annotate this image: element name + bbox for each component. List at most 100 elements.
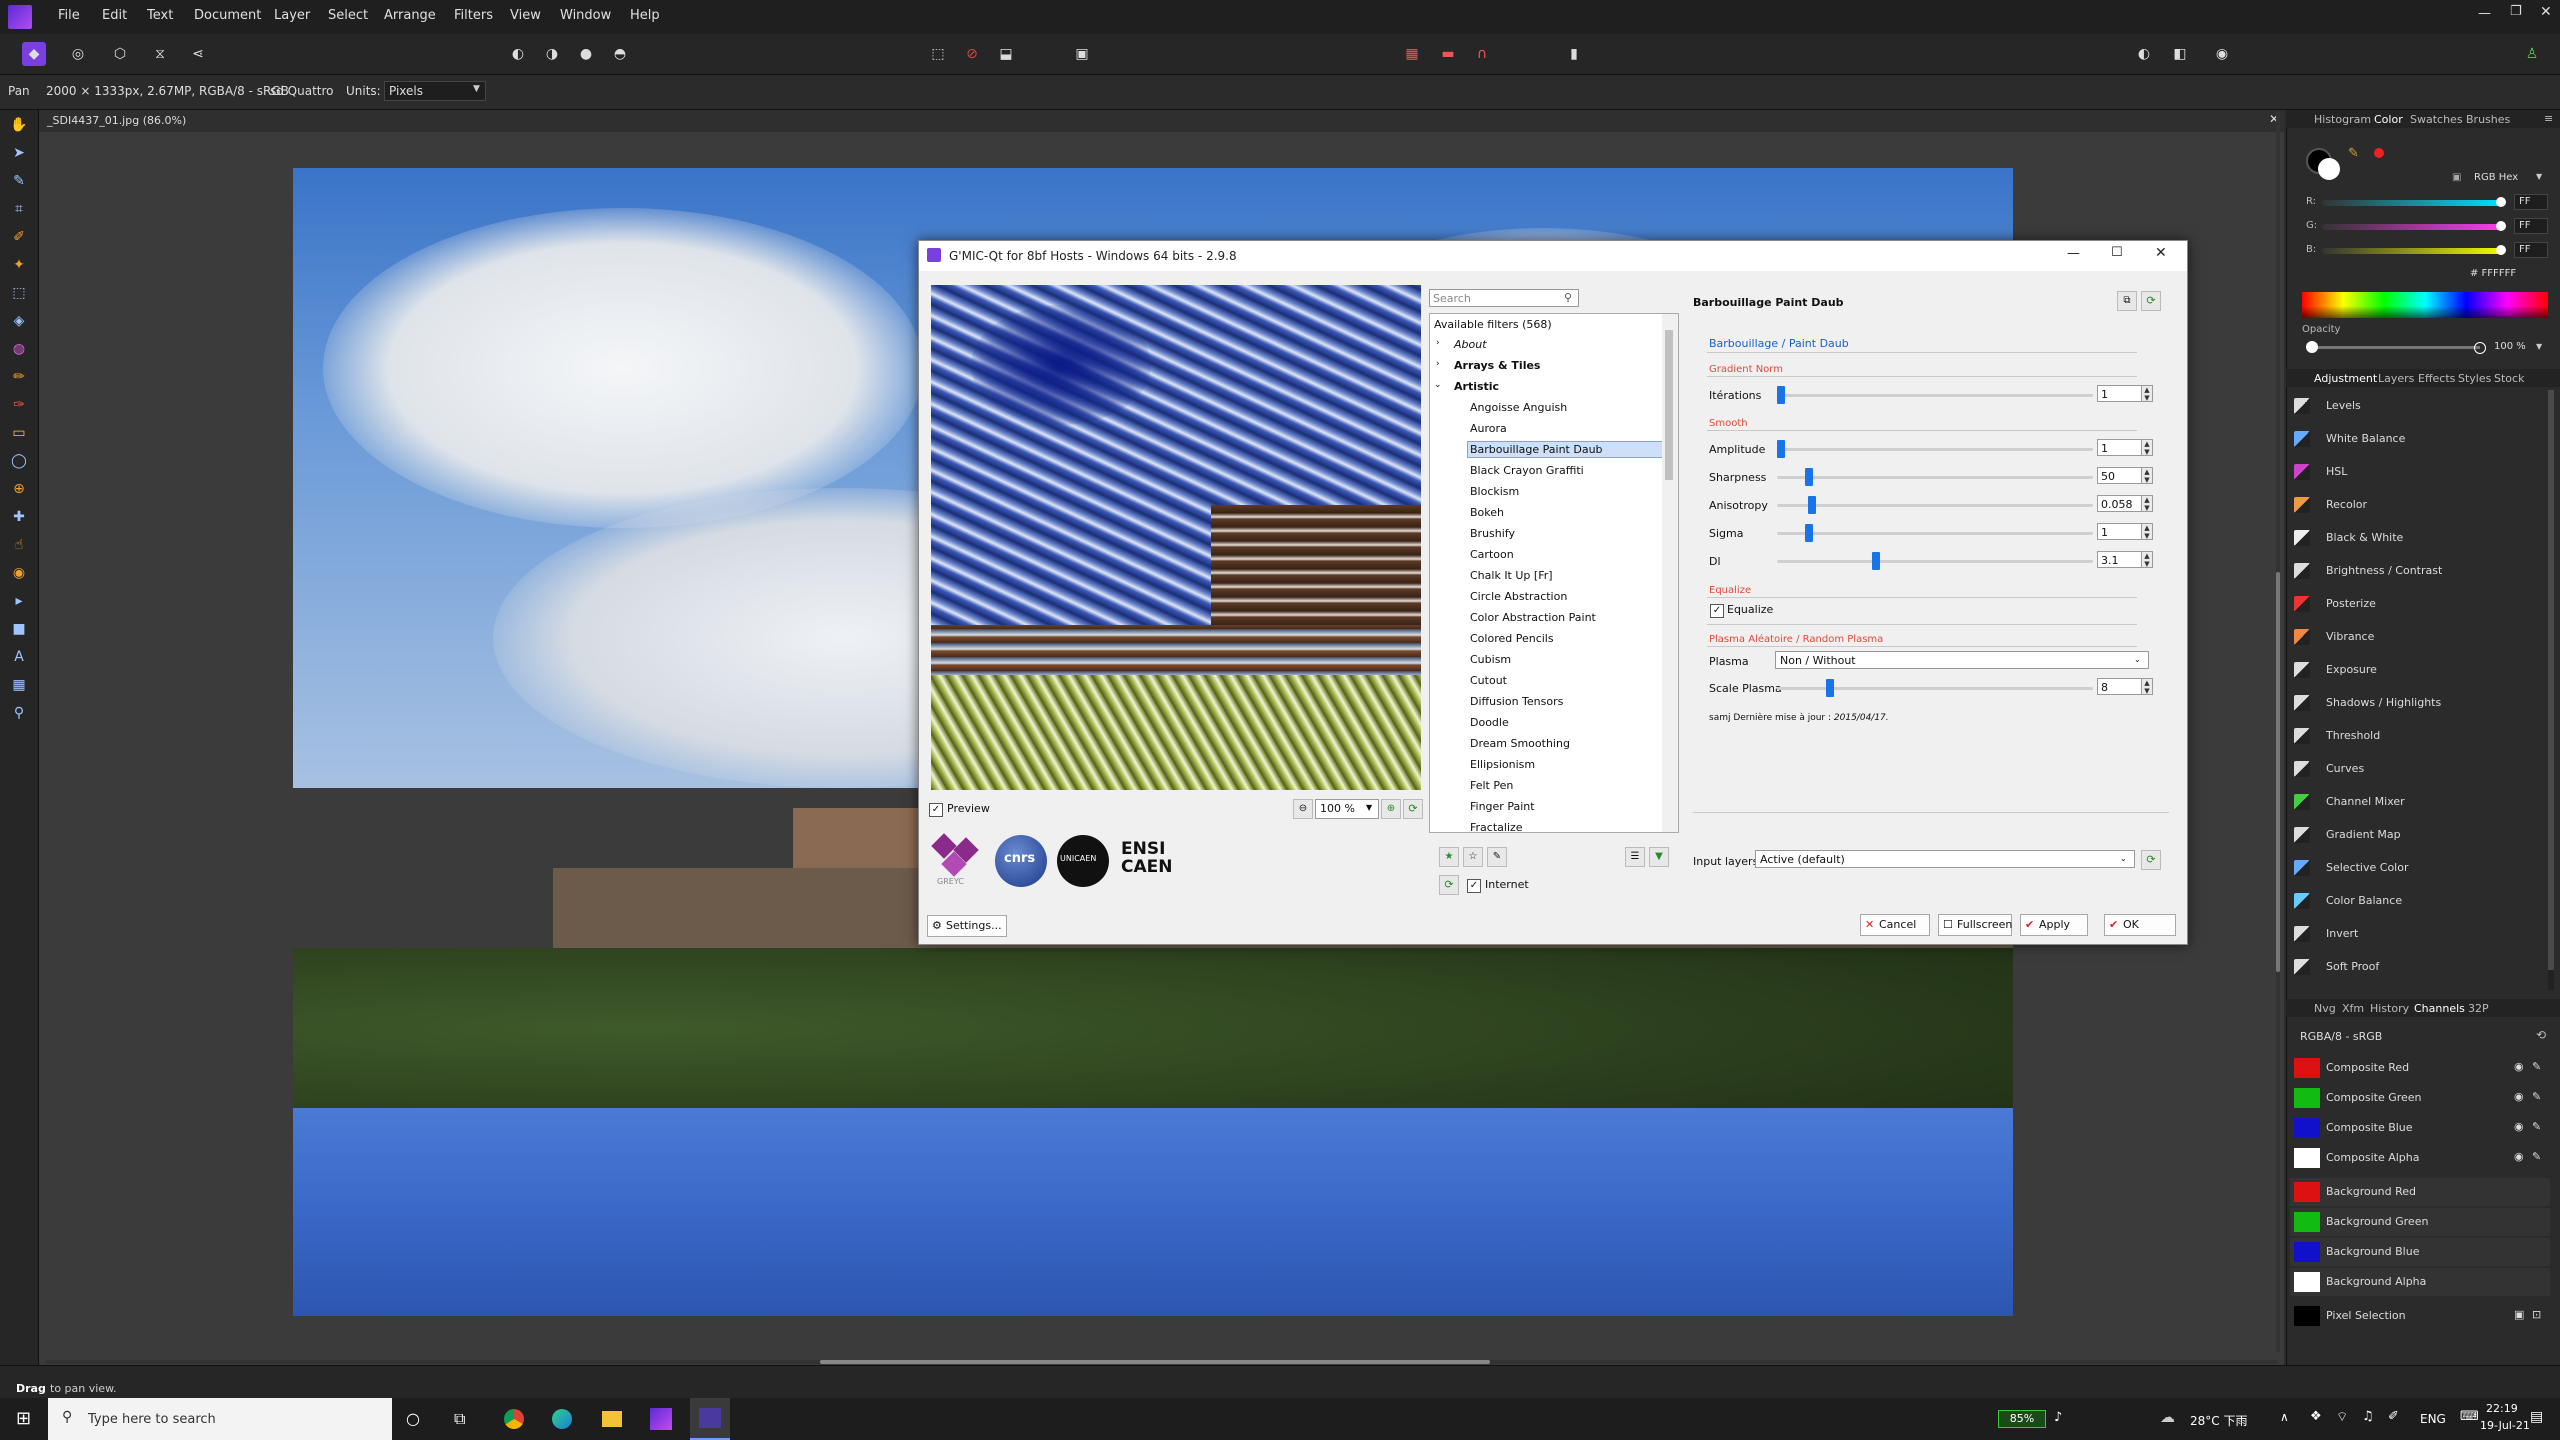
assistant-icon[interactable]: ▮ <box>1562 42 1586 66</box>
gmic-minimize-icon[interactable]: — <box>2067 246 2080 261</box>
affinity-logo-icon[interactable] <box>8 5 32 29</box>
tab-color[interactable]: Color <box>2374 113 2403 126</box>
hex-value[interactable]: # FFFFFF <box>2470 268 2516 279</box>
document-tab[interactable]: _SDI4437_01.jpg (86.0%) ✕ <box>39 110 2284 132</box>
cancel-button[interactable]: ✕ Cancel <box>1860 914 1930 936</box>
param-slider-track[interactable] <box>1777 504 2093 507</box>
task-view-icon[interactable]: ⧉ <box>454 1409 465 1429</box>
channel-row[interactable]: Background Blue <box>2290 1238 2550 1266</box>
language-indicator[interactable]: ENG <box>2420 1412 2446 1426</box>
auto-contrast-icon[interactable]: ◑ <box>540 42 564 66</box>
adjustment-item[interactable]: HSL <box>2290 457 2550 487</box>
clone-tool-icon[interactable]: ⊕ <box>8 478 30 500</box>
weather-icon[interactable]: ☁ <box>2160 1408 2175 1426</box>
color-channel-thumb[interactable] <box>2496 197 2506 207</box>
channel-row[interactable]: Background Green <box>2290 1208 2550 1236</box>
internet-checkbox[interactable]: ✓ <box>1467 879 1481 893</box>
file-explorer-icon[interactable] <box>602 1411 622 1427</box>
zoom-out-icon[interactable]: ⊖ <box>1293 799 1313 819</box>
param-slider-track[interactable] <box>1777 476 2093 479</box>
filter-item[interactable]: Cartoon <box>1470 548 1514 561</box>
filter-item[interactable]: Dream Smoothing <box>1470 737 1570 750</box>
adjustment-scrollbar[interactable] <box>2548 390 2554 990</box>
param-slider-thumb[interactable] <box>1872 552 1880 570</box>
scale-plasma-slider-thumb[interactable] <box>1826 679 1834 697</box>
opacity-slider-end[interactable] <box>2474 342 2486 354</box>
chrome-icon[interactable] <box>504 1409 524 1429</box>
scale-plasma-input[interactable]: 8 <box>2097 678 2143 695</box>
filter-search-input[interactable]: Search ⚲ <box>1429 289 1579 307</box>
filter-item[interactable]: Fractalize <box>1470 821 1523 832</box>
filter-item[interactable]: Diffusion Tensors <box>1470 695 1563 708</box>
arrange-icon[interactable]: ◐ <box>2132 42 2156 66</box>
weather-text[interactable]: 28°C 下雨 <box>2190 1412 2247 1429</box>
adjustment-item[interactable]: Threshold <box>2290 721 2550 751</box>
menu-file[interactable]: File <box>58 8 80 23</box>
param-slider-track[interactable] <box>1777 448 2093 451</box>
eye-icon[interactable]: ◉ <box>2514 1120 2524 1133</box>
quick-mask-icon[interactable]: ▣ <box>1070 42 1094 66</box>
cortana-icon[interactable]: ○ <box>406 1409 420 1428</box>
refresh-input-icon[interactable]: ⟳ <box>2141 850 2161 870</box>
crop-tool-icon[interactable]: ⌗ <box>8 198 30 220</box>
adjustment-item[interactable]: Exposure <box>2290 655 2550 685</box>
category-about[interactable]: About <box>1454 338 1487 351</box>
channel-row[interactable]: Background Red <box>2290 1178 2550 1206</box>
color-picker-icon[interactable]: ✎ <box>8 170 30 192</box>
auto-colors-icon[interactable]: ● <box>574 42 598 66</box>
dropbox-icon[interactable]: ❖ <box>2310 1409 2322 1424</box>
filter-item[interactable]: Felt Pen <box>1470 779 1513 792</box>
param-spin-button[interactable]: ▲ ▼ <box>2141 551 2153 568</box>
param-spin-button[interactable]: ▲ ▼ <box>2141 523 2153 540</box>
edit-channel-icon[interactable]: ✎ <box>2532 1090 2541 1103</box>
photo-persona-icon[interactable]: ◆ <box>22 42 46 66</box>
update-filters-icon[interactable]: ⟳ <box>1439 875 1459 895</box>
filter-item[interactable]: Barbouillage Paint Daub <box>1467 441 1672 458</box>
opacity-slider-track[interactable] <box>2312 346 2480 349</box>
filter-item[interactable]: Finger Paint <box>1470 800 1535 813</box>
menu-view[interactable]: View <box>510 8 541 23</box>
windows-start-icon[interactable]: ⊞ <box>16 1408 31 1429</box>
add-fave-icon[interactable]: ★ <box>1439 847 1459 867</box>
filter-item[interactable]: Blockism <box>1470 485 1519 498</box>
param-input[interactable]: 1 <box>2097 385 2143 402</box>
filter-item[interactable]: Aurora <box>1470 422 1507 435</box>
adjustment-item[interactable]: Vibrance <box>2290 622 2550 652</box>
vertical-scroll-thumb[interactable] <box>2276 572 2280 972</box>
secondary-color-swatch[interactable] <box>2318 158 2340 180</box>
adjustment-item[interactable]: Soft Proof <box>2290 952 2550 982</box>
window-restore-icon[interactable]: ❐ <box>2510 4 2522 19</box>
color-channel-thumb[interactable] <box>2496 221 2506 231</box>
adjustment-item[interactable]: Selective Color <box>2290 853 2550 883</box>
input-method-icon[interactable]: ⌨ <box>2460 1409 2479 1424</box>
opacity-value[interactable]: 100 % <box>2494 341 2526 352</box>
dodge-tool-icon[interactable]: ◯ <box>8 450 30 472</box>
account-icon[interactable]: ◉ <box>2210 42 2234 66</box>
affinity-photo-taskbar-icon[interactable] <box>650 1408 672 1430</box>
adjustment-item[interactable]: Gradient Map <box>2290 820 2550 850</box>
adjustment-item[interactable]: Black & White <box>2290 523 2550 553</box>
param-input[interactable]: 1 <box>2097 523 2143 540</box>
flood-select-icon[interactable]: ✦ <box>8 254 30 276</box>
adjustment-item[interactable]: Shadows / Highlights <box>2290 688 2550 718</box>
eye-icon[interactable]: ◉ <box>2514 1150 2524 1163</box>
tab-layers[interactable]: Layers <box>2378 372 2414 385</box>
text-tool-icon[interactable]: A <box>8 646 30 668</box>
channel-row[interactable]: Pixel Selection ▣ ⊡ <box>2290 1302 2550 1330</box>
grid-icon[interactable]: ▦ <box>1400 42 1424 66</box>
color-channel-thumb[interactable] <box>2496 245 2506 255</box>
zoom-in-icon[interactable]: ⊕ <box>1381 799 1401 819</box>
mesh-warp-icon[interactable]: ▦ <box>8 674 30 696</box>
adjustment-item[interactable]: Color Balance <box>2290 886 2550 916</box>
magnet-icon[interactable]: ∩ <box>1470 42 1494 66</box>
param-slider-thumb[interactable] <box>1808 496 1816 514</box>
paint-brush-icon[interactable]: ✏ <box>8 366 30 388</box>
adjustment-item[interactable]: White Balance <box>2290 424 2550 454</box>
param-input[interactable]: 50 <box>2097 467 2143 484</box>
gmic-maximize-icon[interactable]: ☐ <box>2111 245 2123 260</box>
category-artistic[interactable]: Artistic <box>1454 380 1499 393</box>
erase-brush-icon[interactable]: ▭ <box>8 422 30 444</box>
filter-item[interactable]: Chalk It Up [Fr] <box>1470 569 1553 582</box>
panel-menu-icon[interactable]: ≡ <box>2544 112 2553 125</box>
channel-row[interactable]: Composite Red ◉ ✎ <box>2290 1054 2550 1082</box>
